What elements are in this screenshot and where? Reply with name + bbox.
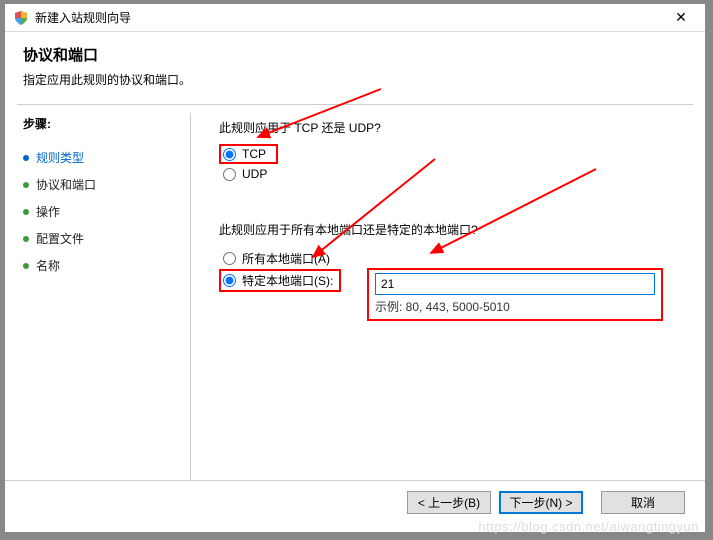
radio-tcp-label: TCP <box>242 147 266 161</box>
sidebar-item-action[interactable]: 操作 <box>23 198 180 225</box>
wizard-header: 协议和端口 指定应用此规则的协议和端口。 <box>5 32 705 98</box>
question-protocol: 此规则应用于 TCP 还是 UDP? <box>219 119 685 136</box>
step-label: 名称 <box>36 257 60 274</box>
sidebar-item-profile[interactable]: 配置文件 <box>23 225 180 252</box>
watermark-text: https://blog.csdn.net/aiwangtingyun <box>478 519 699 534</box>
step-label: 规则类型 <box>36 149 84 166</box>
bullet-icon <box>23 209 29 215</box>
sidebar-item-name[interactable]: 名称 <box>23 252 180 279</box>
radio-tcp[interactable] <box>223 148 236 161</box>
sidebar-item-rule-type[interactable]: 规则类型 <box>23 144 180 171</box>
back-button[interactable]: < 上一步(B) <box>407 491 491 514</box>
steps-sidebar: 步骤: 规则类型 协议和端口 操作 配置文件 名称 <box>5 105 190 500</box>
radio-udp[interactable] <box>223 168 236 181</box>
radio-all-ports-label: 所有本地端口(A) <box>242 250 330 267</box>
page-title: 协议和端口 <box>23 44 687 65</box>
steps-heading: 步骤: <box>23 115 180 132</box>
radio-all-ports[interactable] <box>223 252 236 265</box>
bullet-icon <box>23 155 29 161</box>
bullet-icon <box>23 236 29 242</box>
port-input[interactable] <box>375 273 655 295</box>
shield-icon <box>13 10 29 26</box>
port-block: 所有本地端口(A) 特定本地端口(S): 示例: 80, 443, 5000-5… <box>219 248 685 292</box>
sidebar-item-protocol-port[interactable]: 协议和端口 <box>23 171 180 198</box>
highlight-box-port-input: 示例: 80, 443, 5000-5010 <box>367 268 663 321</box>
question-ports: 此规则应用于所有本地端口还是特定的本地端口? <box>219 221 685 238</box>
step-label: 配置文件 <box>36 230 84 247</box>
titlebar: 新建入站规则向导 ✕ <box>5 4 705 32</box>
wizard-window: 新建入站规则向导 ✕ 协议和端口 指定应用此规则的协议和端口。 步骤: 规则类型… <box>4 3 706 533</box>
highlight-box-tcp: TCP <box>219 144 278 164</box>
bullet-icon <box>23 263 29 269</box>
radio-all-ports-row: 所有本地端口(A) <box>219 248 341 269</box>
radio-udp-row: UDP <box>219 165 685 183</box>
close-button[interactable]: ✕ <box>661 4 701 32</box>
step-label: 操作 <box>36 203 60 220</box>
port-example-text: 示例: 80, 443, 5000-5010 <box>375 298 655 315</box>
wizard-content: 此规则应用于 TCP 还是 UDP? TCP UDP 此规则应用于所有本地端口还… <box>191 105 705 500</box>
window-title: 新建入站规则向导 <box>35 9 661 26</box>
wizard-body: 步骤: 规则类型 协议和端口 操作 配置文件 名称 <box>5 105 705 500</box>
radio-udp-label: UDP <box>242 167 267 181</box>
highlight-box-specific-port: 特定本地端口(S): <box>219 269 341 292</box>
bullet-icon <box>23 182 29 188</box>
page-subtitle: 指定应用此规则的协议和端口。 <box>23 71 687 88</box>
cancel-button[interactable]: 取消 <box>601 491 685 514</box>
next-button[interactable]: 下一步(N) > <box>499 491 583 514</box>
step-label: 协议和端口 <box>36 176 96 193</box>
radio-specific-ports[interactable] <box>223 274 236 287</box>
radio-specific-ports-label: 特定本地端口(S): <box>242 272 333 289</box>
